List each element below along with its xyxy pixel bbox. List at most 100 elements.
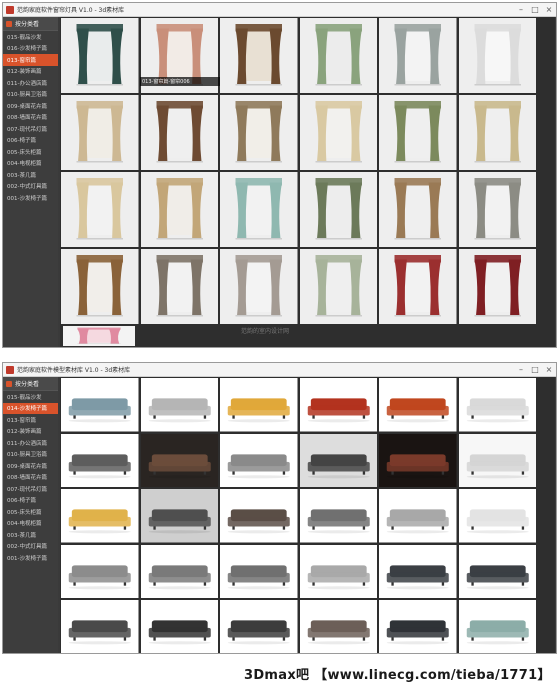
sofa-thumbnail[interactable] bbox=[140, 378, 218, 432]
sidebar-item[interactable]: 009-桌面花卉篇 bbox=[3, 100, 58, 112]
curtain-thumbnail[interactable] bbox=[61, 95, 139, 170]
sidebar-item[interactable]: 008-墙面花卉篇 bbox=[3, 112, 58, 124]
sofa-thumbnail[interactable] bbox=[220, 544, 298, 598]
curtain-thumbnail[interactable] bbox=[299, 172, 377, 247]
sofa-thumbnail[interactable] bbox=[140, 489, 218, 543]
curtain-thumbnail[interactable] bbox=[299, 95, 377, 170]
sidebar-item[interactable]: 003-茶几篇 bbox=[3, 529, 58, 541]
sofa-thumbnail[interactable] bbox=[61, 433, 139, 487]
sofa-thumbnail[interactable] bbox=[61, 544, 139, 598]
curtain-thumbnail[interactable] bbox=[140, 172, 218, 247]
sidebar-item[interactable]: 006-椅子篇 bbox=[3, 495, 58, 507]
sidebar-item[interactable]: 007-现代吊灯篇 bbox=[3, 123, 58, 135]
sofa-thumbnail[interactable] bbox=[379, 433, 457, 487]
curtain-thumbnail[interactable] bbox=[140, 249, 218, 324]
category-icon bbox=[6, 380, 12, 387]
sidebar-item[interactable]: 004-电视柜篇 bbox=[3, 518, 58, 530]
curtain-thumbnail[interactable] bbox=[299, 249, 377, 324]
sofa-thumbnail[interactable] bbox=[140, 544, 218, 598]
sidebar-item[interactable]: 001-沙发椅子篇 bbox=[3, 552, 58, 564]
curtain-thumbnail[interactable] bbox=[220, 18, 298, 93]
sofa-thumbnail[interactable] bbox=[379, 544, 457, 598]
maximize-icon[interactable]: □ bbox=[528, 5, 542, 14]
sidebar-item[interactable]: 005-床头柜篇 bbox=[3, 146, 58, 158]
sidebar-item[interactable]: 013-窗帘篇 bbox=[3, 54, 58, 66]
sidebar-item[interactable]: 002-中式灯具篇 bbox=[3, 541, 58, 553]
close-icon[interactable]: × bbox=[542, 5, 556, 14]
sidebar-item[interactable]: 011-办公酒店篇 bbox=[3, 437, 58, 449]
sidebar-header-label: 按分类看 bbox=[15, 381, 40, 388]
sofa-thumbnail[interactable] bbox=[299, 600, 377, 653]
sofa-thumbnail[interactable] bbox=[220, 378, 298, 432]
sofa-thumbnail[interactable] bbox=[220, 433, 298, 487]
curtain-thumbnail[interactable] bbox=[299, 18, 377, 93]
sidebar-item[interactable]: 015-靓品沙发 bbox=[3, 31, 58, 43]
sofa-thumbnail[interactable] bbox=[61, 378, 139, 432]
sofa-thumbnail[interactable] bbox=[379, 378, 457, 432]
sofa-thumbnail[interactable] bbox=[299, 489, 377, 543]
curtain-thumbnail[interactable] bbox=[61, 18, 139, 93]
watermark: 范韵的室内设计网 bbox=[241, 328, 290, 335]
curtain-thumbnail[interactable] bbox=[140, 95, 218, 170]
sidebar-item[interactable]: 015-靓品沙发 bbox=[3, 391, 58, 403]
sidebar-item[interactable]: 006-椅子篇 bbox=[3, 135, 58, 147]
minimize-icon[interactable]: – bbox=[514, 365, 528, 374]
sidebar-item[interactable]: 010-厨具卫浴篇 bbox=[3, 449, 58, 461]
sofa-thumbnail[interactable] bbox=[458, 433, 536, 487]
curtain-thumbnail[interactable] bbox=[379, 18, 457, 93]
sofa-thumbnail[interactable] bbox=[458, 600, 536, 653]
curtain-thumbnail[interactable] bbox=[379, 95, 457, 170]
category-icon bbox=[6, 20, 12, 27]
maximize-icon[interactable]: □ bbox=[528, 365, 542, 374]
sidebar-item[interactable]: 009-桌面花卉篇 bbox=[3, 460, 58, 472]
sofa-thumbnail[interactable] bbox=[299, 544, 377, 598]
sofa-thumbnail[interactable] bbox=[220, 600, 298, 653]
sidebar-item[interactable]: 012-装饰画篇 bbox=[3, 426, 58, 438]
sidebar-item[interactable]: 011-办公酒店篇 bbox=[3, 77, 58, 89]
curtain-thumbnail[interactable] bbox=[63, 326, 135, 346]
sofa-thumbnail[interactable] bbox=[61, 489, 139, 543]
minimize-icon[interactable]: – bbox=[514, 5, 528, 14]
curtain-library-window: 范韵家庭软件窗帘灯具 V1.0 - 3d素材库 – □ × 按分类看 015-靓… bbox=[2, 2, 557, 348]
sofa-thumbnail[interactable] bbox=[220, 489, 298, 543]
sidebar-item[interactable]: 014-沙发椅子篇 bbox=[3, 402, 58, 414]
sidebar-item[interactable]: 012-装饰画篇 bbox=[3, 66, 58, 78]
sofa-thumbnail[interactable] bbox=[140, 600, 218, 653]
curtain-thumbnail[interactable] bbox=[379, 172, 457, 247]
curtain-thumbnail[interactable] bbox=[458, 18, 536, 93]
sidebar-item[interactable]: 010-厨具卫浴篇 bbox=[3, 89, 58, 101]
curtain-thumbnail[interactable] bbox=[220, 249, 298, 324]
sofa-thumbnail[interactable] bbox=[458, 378, 536, 432]
sofa-thumbnail[interactable] bbox=[299, 433, 377, 487]
curtain-thumbnail[interactable] bbox=[458, 249, 536, 324]
sidebar-item[interactable]: 004-电视柜篇 bbox=[3, 158, 58, 170]
sidebar-item[interactable]: 003-茶几篇 bbox=[3, 169, 58, 181]
sofa-thumbnail-grid bbox=[60, 377, 555, 653]
curtain-thumbnail[interactable] bbox=[220, 172, 298, 247]
sofa-thumbnail[interactable] bbox=[379, 489, 457, 543]
sidebar-item[interactable]: 001-沙发椅子篇 bbox=[3, 192, 58, 204]
curtain-thumbnail[interactable] bbox=[61, 249, 139, 324]
curtain-thumbnail[interactable] bbox=[220, 95, 298, 170]
sofa-thumbnail[interactable] bbox=[379, 600, 457, 653]
sofa-thumbnail[interactable] bbox=[458, 489, 536, 543]
sidebar-item[interactable]: 007-现代吊灯篇 bbox=[3, 483, 58, 495]
sidebar-item[interactable]: 016-沙发椅子篇 bbox=[3, 43, 58, 55]
sidebar-item[interactable]: 005-床头柜篇 bbox=[3, 506, 58, 518]
close-icon[interactable]: × bbox=[542, 365, 556, 374]
sofa-thumbnail[interactable] bbox=[458, 544, 536, 598]
category-sidebar: 按分类看 015-靓品沙发 014-沙发椅子篇 013-窗帘篇 012-装饰画篇 011… bbox=[3, 377, 58, 653]
sidebar-item[interactable]: 008-墙面花卉篇 bbox=[3, 472, 58, 484]
sofa-thumbnail[interactable] bbox=[61, 600, 139, 653]
sidebar-item[interactable]: 013-窗帘篇 bbox=[3, 414, 58, 426]
forum-credit: 3Dmax吧 【www.linecg.com/tieba/1771】 bbox=[244, 668, 551, 683]
sofa-thumbnail[interactable] bbox=[299, 378, 377, 432]
sidebar-list: 015-靓品沙发 016-沙发椅子篇 013-窗帘篇 012-装饰画篇 011-办公酒店… bbox=[3, 31, 58, 204]
sidebar-item[interactable]: 002-中式灯具篇 bbox=[3, 181, 58, 193]
curtain-thumbnail[interactable] bbox=[61, 172, 139, 247]
curtain-thumbnail[interactable] bbox=[458, 172, 536, 247]
curtain-thumbnail[interactable] bbox=[379, 249, 457, 324]
sofa-thumbnail[interactable] bbox=[140, 433, 218, 487]
app-icon bbox=[6, 5, 14, 14]
curtain-thumbnail[interactable] bbox=[458, 95, 536, 170]
